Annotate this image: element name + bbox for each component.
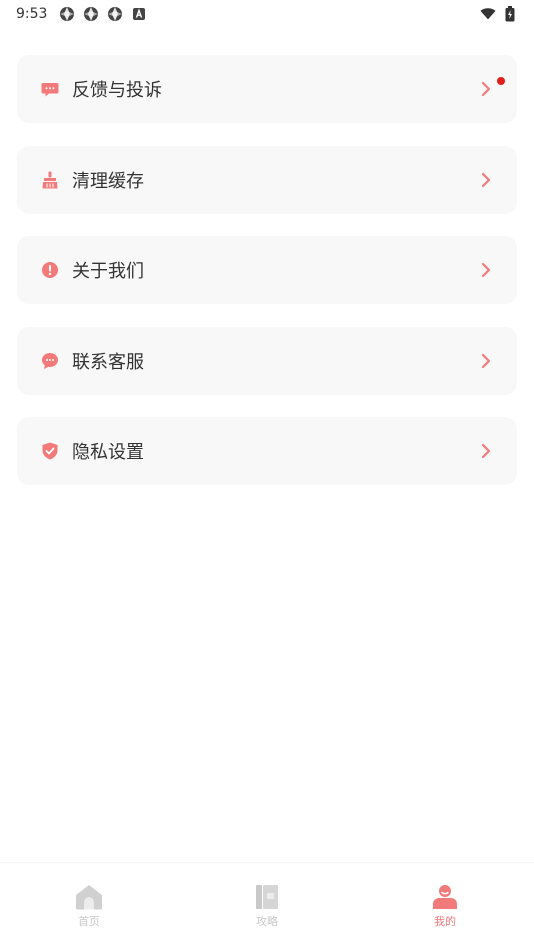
wifi-icon — [480, 6, 496, 22]
status-bar: 9:53 — [0, 0, 534, 28]
service-chat-icon — [41, 352, 59, 370]
status-notification-icons — [59, 6, 147, 22]
screen: 9:53 反馈与投诉 清理缓存 关于我们 联系客服 隐私设置 首页 攻略 我的 — [0, 0, 534, 950]
menu-item-customer-service[interactable]: 联系客服 — [17, 326, 517, 395]
aperture-icon — [59, 6, 75, 22]
chat-bubble-icon — [41, 80, 59, 98]
tab-label: 我的 — [434, 915, 456, 928]
battery-icon — [502, 6, 518, 22]
menu-item-privacy-settings[interactable]: 隐私设置 — [17, 417, 517, 485]
tab-guide[interactable]: 攻略 — [207, 883, 327, 929]
chevron-right-icon — [479, 171, 493, 189]
broom-icon — [41, 171, 59, 189]
menu-item-label: 反馈与投诉 — [72, 80, 162, 101]
chevron-right-icon — [479, 80, 493, 98]
tab-mine[interactable]: 我的 — [385, 883, 505, 929]
settings-menu-list: 反馈与投诉 清理缓存 关于我们 联系客服 隐私设置 — [17, 55, 517, 508]
status-system-icons — [480, 6, 518, 22]
menu-item-label: 隐私设置 — [72, 442, 144, 463]
tab-home[interactable]: 首页 — [29, 883, 149, 929]
shield-icon — [41, 442, 59, 460]
chevron-right-icon — [479, 442, 493, 460]
status-time: 9:53 — [16, 6, 48, 22]
aperture-icon — [107, 6, 123, 22]
tab-label: 攻略 — [256, 915, 278, 928]
tab-label: 首页 — [78, 915, 100, 928]
chevron-right-icon — [479, 352, 493, 370]
notification-badge — [497, 77, 505, 85]
menu-item-about-us[interactable]: 关于我们 — [17, 236, 517, 304]
chevron-right-icon — [479, 261, 493, 279]
info-circle-icon — [41, 261, 59, 279]
menu-item-clear-cache[interactable]: 清理缓存 — [17, 145, 517, 214]
aperture-icon — [83, 6, 99, 22]
a-box-icon — [131, 6, 147, 22]
menu-item-label: 关于我们 — [72, 261, 144, 282]
guide-book-icon — [253, 883, 281, 911]
bottom-navigation: 首页 攻略 我的 — [0, 862, 534, 950]
menu-item-feedback[interactable]: 反馈与投诉 — [17, 55, 517, 123]
menu-item-label: 清理缓存 — [72, 170, 144, 192]
menu-item-label: 联系客服 — [72, 351, 144, 373]
profile-icon — [431, 883, 459, 911]
home-icon — [75, 883, 103, 911]
